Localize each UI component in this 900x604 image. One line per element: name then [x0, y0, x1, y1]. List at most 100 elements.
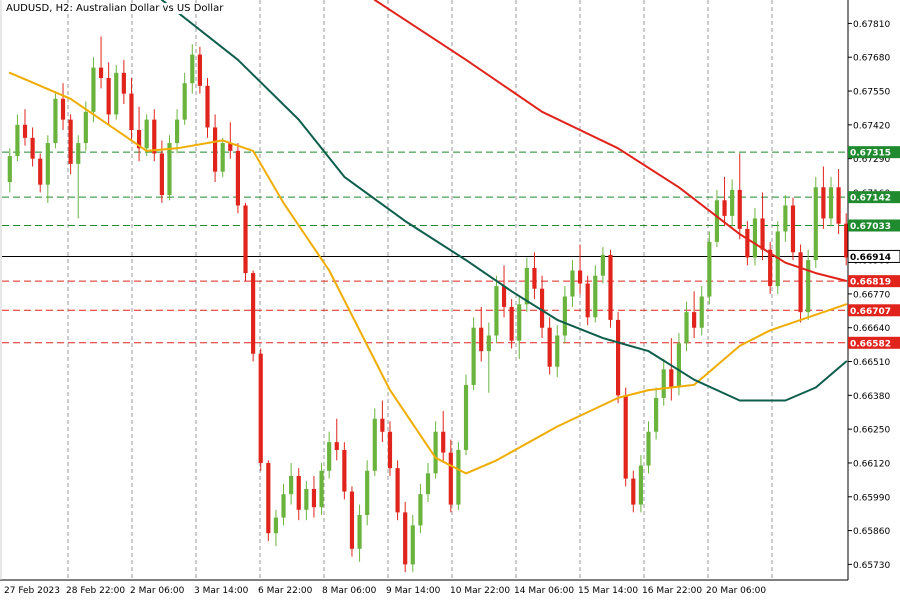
- x-tick-label: 16 Mar 22:00: [642, 586, 702, 596]
- candle-body: [334, 442, 339, 450]
- candle-body: [555, 335, 560, 367]
- candle-body: [539, 288, 545, 328]
- candle-body: [380, 418, 385, 432]
- x-tick-label: 8 Mar 06:00: [322, 586, 377, 596]
- candle-body: [509, 306, 514, 341]
- candle-body: [403, 512, 408, 565]
- candle-body: [387, 431, 393, 469]
- candle-body: [114, 72, 119, 115]
- candle-body: [676, 343, 682, 388]
- candle-body: [806, 260, 811, 313]
- candle-body: [289, 475, 294, 495]
- x-tick-label: 15 Mar 14:00: [578, 586, 638, 596]
- candle-body: [745, 228, 750, 258]
- candle-body: [266, 462, 271, 534]
- candle-body: [327, 442, 332, 471]
- candle-body: [83, 111, 88, 144]
- candle-body: [152, 119, 157, 154]
- y-tick-label: 0.66380: [853, 392, 890, 402]
- candle-body: [425, 473, 431, 495]
- candle-body: [60, 98, 66, 120]
- candle-body: [441, 431, 446, 453]
- x-tick-label: 3 Mar 14:00: [194, 586, 249, 596]
- candle-body: [562, 296, 567, 336]
- candle-body: [646, 431, 651, 466]
- candle-body: [486, 335, 491, 352]
- x-tick-label: 9 Mar 14:00: [386, 586, 441, 596]
- levels-layer: [2, 151, 848, 344]
- candle-body: [501, 286, 507, 307]
- candle-body: [68, 119, 73, 164]
- candle-body: [296, 475, 301, 510]
- y-tick-label: 0.67420: [853, 121, 890, 131]
- moving-average-line: [373, 0, 848, 282]
- current-price-label: 0.66914: [850, 253, 891, 263]
- candle-body: [707, 241, 712, 297]
- candle-body: [311, 488, 317, 508]
- candle-body: [471, 327, 476, 385]
- candle-body: [456, 449, 461, 505]
- candle-body: [752, 218, 758, 258]
- candle-body: [463, 384, 469, 450]
- candle-body: [661, 369, 666, 398]
- y-tick-label: 0.65990: [853, 493, 890, 503]
- candle-body: [654, 397, 659, 432]
- moving-average-line: [8, 71, 848, 475]
- x-tick-label: 28 Feb 22:00: [66, 586, 125, 596]
- candle-body: [174, 119, 180, 144]
- resistance-label: 0.67142: [850, 194, 891, 204]
- axis-layer: 27 Feb 2023 28 Feb 22:00 2 Mar 06:00 3 Mar …: [0, 0, 890, 596]
- candle-body: [790, 205, 796, 253]
- candle-body: [159, 153, 164, 196]
- x-tick-label: 10 Mar 22:00: [450, 586, 510, 596]
- x-tick-label: 14 Mar 06:00: [514, 586, 574, 596]
- candle-body: [798, 252, 803, 313]
- candle-body: [342, 449, 347, 492]
- candle-body: [479, 327, 484, 352]
- candle-body: [593, 275, 598, 318]
- candle-body: [828, 187, 834, 219]
- chart-title: AUDUSD, H2: Australian Dollar vs US Doll…: [4, 3, 226, 14]
- candle-body: [91, 67, 96, 112]
- moving-average-line: [160, 0, 848, 402]
- support-label: 0.66582: [850, 339, 891, 349]
- candle-body: [213, 127, 218, 172]
- y-tick-label: 0.66120: [853, 459, 890, 469]
- candle-body: [243, 205, 248, 274]
- y-tick-label: 0.66640: [853, 324, 890, 334]
- candle-body: [395, 468, 400, 513]
- candle-body: [304, 488, 309, 510]
- candle-body: [357, 514, 362, 549]
- candle-body: [692, 312, 697, 328]
- candle-body: [547, 327, 552, 367]
- candle-body: [197, 54, 202, 86]
- candle-body: [22, 124, 28, 138]
- candle-body: [129, 93, 134, 131]
- candle-body: [570, 270, 575, 297]
- candle-body: [251, 273, 256, 354]
- candle-body: [730, 189, 735, 216]
- candle-body: [783, 205, 788, 232]
- candle-body: [121, 72, 126, 94]
- candle-body: [669, 369, 674, 388]
- candle-body: [684, 312, 689, 344]
- candle-body: [494, 286, 499, 336]
- candle-body: [532, 267, 537, 289]
- resistance-label: 0.67315: [850, 149, 891, 159]
- candle-body: [615, 319, 621, 396]
- candle-body: [608, 254, 613, 320]
- support-label: 0.66707: [850, 307, 891, 317]
- candle-body: [600, 254, 605, 276]
- candle-body: [760, 218, 765, 250]
- price-labels-layer: 0.67315 0.67142 0.67033 0.66819 0.66707 0.665…: [847, 146, 900, 349]
- y-tick-label: 0.66250: [853, 426, 890, 436]
- candle-body: [836, 187, 841, 224]
- candle-body: [205, 85, 210, 128]
- candle-body: [98, 67, 104, 79]
- candle-body: [448, 452, 453, 505]
- candle-body: [319, 470, 324, 508]
- candle-body: [418, 494, 423, 526]
- candle-body: [349, 491, 355, 549]
- y-tick-label: 0.65730: [853, 561, 890, 571]
- candle-body: [585, 283, 590, 318]
